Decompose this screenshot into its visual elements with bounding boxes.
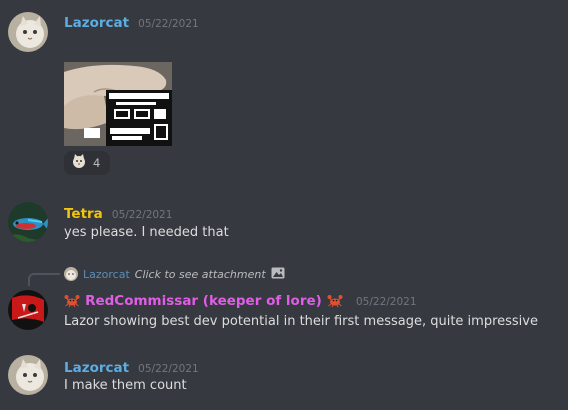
crab-emoji-icon bbox=[327, 292, 343, 312]
timestamp: 05/22/2021 bbox=[356, 296, 417, 308]
username[interactable]: Tetra bbox=[64, 206, 103, 222]
reply-text[interactable]: Click to see attachment bbox=[135, 268, 266, 281]
red-flag-avatar-icon[interactable] bbox=[8, 290, 48, 330]
timestamp: 05/22/2021 bbox=[138, 18, 199, 30]
crab-emoji-icon bbox=[64, 292, 80, 312]
meme-image[interactable] bbox=[64, 62, 172, 146]
username[interactable]: Lazorcat bbox=[64, 15, 129, 31]
reply-author[interactable]: Lazorcat bbox=[83, 268, 130, 281]
reaction-button[interactable]: 4 bbox=[64, 151, 110, 175]
reply-connector bbox=[28, 273, 60, 286]
reaction-count: 4 bbox=[93, 156, 101, 170]
message-text: I make them count bbox=[64, 378, 187, 393]
message-text: yes please. I needed that bbox=[64, 225, 229, 240]
timestamp: 05/22/2021 bbox=[138, 363, 199, 375]
cat-avatar-icon[interactable] bbox=[8, 355, 48, 395]
fish-avatar-icon[interactable] bbox=[8, 202, 48, 242]
message-text: Lazor showing best dev potential in thei… bbox=[64, 314, 538, 329]
cat-avatar-icon bbox=[64, 267, 78, 281]
username[interactable]: RedCommissar (keeper of lore) bbox=[85, 293, 322, 309]
image-icon bbox=[271, 267, 285, 282]
reply-reference[interactable]: Lazorcat Click to see attachment bbox=[64, 265, 285, 283]
cat-avatar-icon[interactable] bbox=[8, 12, 48, 52]
cat-face-emoji-icon bbox=[71, 153, 87, 173]
username[interactable]: Lazorcat bbox=[64, 360, 129, 376]
timestamp: 05/22/2021 bbox=[111, 209, 173, 221]
